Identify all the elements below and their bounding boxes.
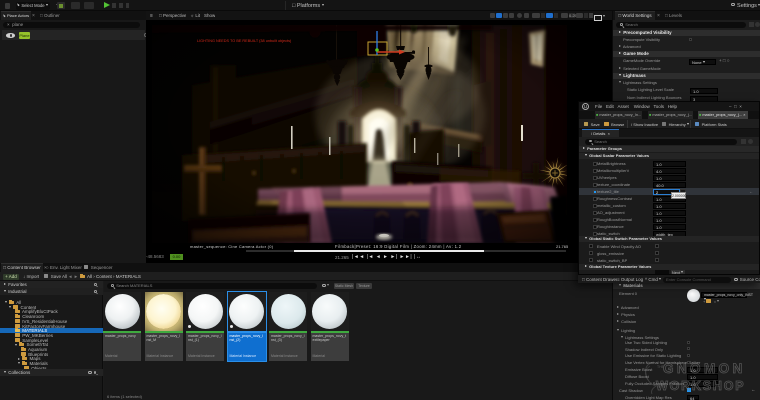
svg-text:WORKSHOP: WORKSHOP	[656, 379, 745, 393]
svg-text:LIGHTING NEEDS TO BE REBUILT (: LIGHTING NEEDS TO BE REBUILT (38 unbuilt…	[197, 39, 292, 43]
svg-text:THE: THE	[657, 365, 665, 369]
svg-text:GNOMON: GNOMON	[663, 361, 746, 376]
